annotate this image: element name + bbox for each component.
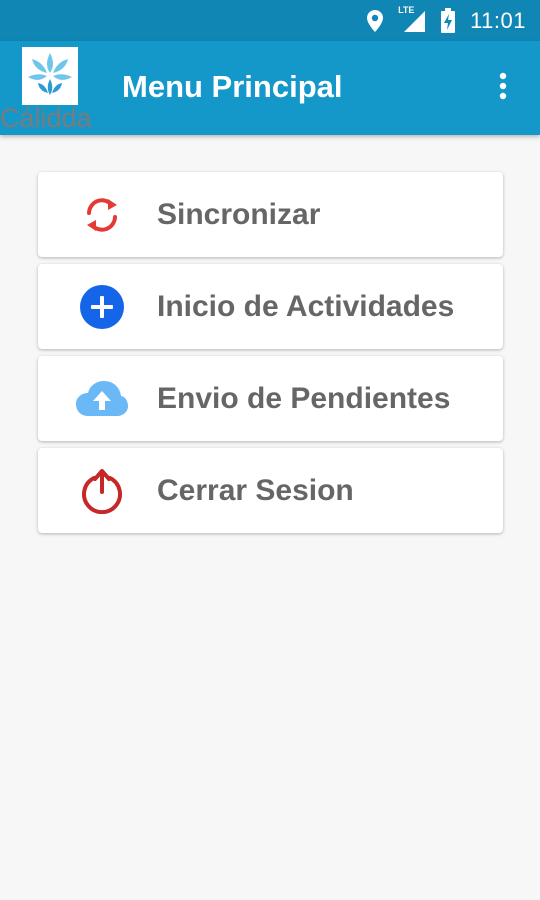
more-vert-icon	[499, 72, 507, 105]
menu-item-inicio-de-actividades[interactable]: Inicio de Actividades	[38, 264, 503, 349]
menu-item-cerrar-sesion[interactable]: Cerrar Sesion	[38, 448, 503, 533]
location-icon	[366, 9, 384, 33]
status-time: 11:01	[470, 7, 526, 33]
main-menu: Sincronizar Inicio de Actividades Envio …	[38, 172, 503, 540]
menu-item-sincronizar[interactable]: Sincronizar	[38, 172, 503, 257]
overflow-menu-button[interactable]	[486, 63, 520, 113]
battery-charging-icon	[440, 7, 456, 34]
menu-item-envio-de-pendientes[interactable]: Envio de Pendientes	[38, 356, 503, 441]
signal-icon: LTE	[398, 5, 426, 33]
app-bar: Cálidda Menu Principal	[0, 41, 540, 135]
sync-icon	[78, 192, 126, 238]
menu-item-label: Sincronizar	[157, 198, 321, 231]
logo-text: Cálidda	[0, 103, 92, 133]
network-type-label: LTE	[398, 4, 415, 15]
cloud-upload-icon	[74, 376, 130, 422]
logo-emblem	[22, 47, 78, 105]
status-bar: LTE 11:01	[0, 0, 540, 41]
menu-item-label: Inicio de Actividades	[157, 290, 455, 323]
add-circle-icon	[78, 284, 126, 330]
menu-item-label: Envio de Pendientes	[157, 382, 451, 415]
power-icon	[78, 468, 126, 514]
page-title: Menu Principal	[122, 69, 343, 104]
menu-item-label: Cerrar Sesion	[157, 474, 354, 507]
app-logo: Cálidda	[0, 45, 110, 137]
